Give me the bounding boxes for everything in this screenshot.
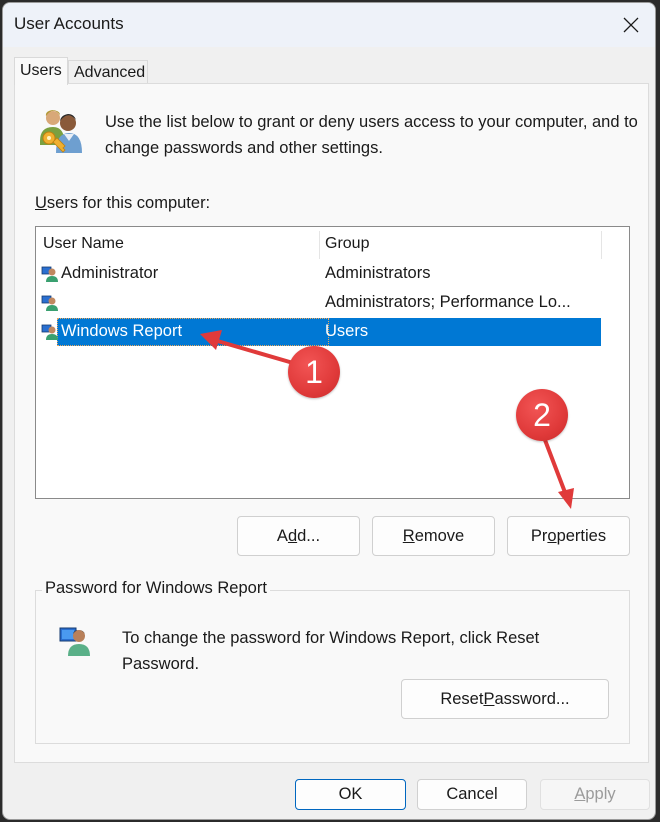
- accesskey: P: [483, 689, 495, 708]
- user-icon: [41, 324, 58, 340]
- password-group-legend: Password for Windows Report: [42, 579, 270, 598]
- label-part: perties: [556, 526, 607, 545]
- list-header: User Name Group: [36, 227, 602, 259]
- user-group: Users: [325, 322, 369, 340]
- label-part: Reset: [440, 689, 484, 708]
- accesskey: A: [574, 785, 586, 803]
- label-part: pply: [585, 785, 616, 803]
- properties-button[interactable]: Pr o perties: [507, 516, 630, 556]
- tab-users[interactable]: Users: [14, 57, 68, 85]
- label-part: A: [276, 526, 288, 545]
- users-key-icon: [40, 110, 82, 153]
- password-description: To change the password for Windows Repor…: [122, 629, 540, 673]
- apply-button[interactable]: Apply: [540, 779, 650, 810]
- window-title: User Accounts: [14, 14, 124, 33]
- add-button[interactable]: Ad d...: [237, 516, 360, 556]
- cancel-button[interactable]: Cancel: [417, 779, 527, 810]
- column-divider[interactable]: [601, 231, 602, 259]
- accesskey: d: [287, 526, 298, 545]
- close-button[interactable]: [617, 11, 645, 39]
- user-group: Administrators: [325, 264, 431, 282]
- user-icon: [41, 295, 58, 311]
- users-label-accesskey: U: [35, 194, 47, 212]
- user-computer-icon: [59, 627, 90, 656]
- users-label-text: sers for this computer:: [46, 194, 211, 212]
- label-part: emove: [414, 526, 465, 545]
- accesskey: o: [547, 526, 557, 545]
- user-group: Administrators; Performance Lo...: [325, 293, 571, 311]
- user-icon: [41, 266, 58, 282]
- label-part: d...: [297, 526, 321, 545]
- column-header-group[interactable]: Group: [325, 235, 369, 253]
- user-name: Windows Report: [61, 322, 183, 340]
- user-row-selected[interactable]: Windows Report Users: [36, 318, 601, 347]
- title-bar: User Accounts: [3, 3, 655, 47]
- annotation-badge-2: 2: [516, 389, 568, 441]
- password-groupbox: Password for Windows Report To change th…: [35, 579, 630, 744]
- column-divider[interactable]: [319, 231, 320, 259]
- annotation-badge-1: 1: [288, 346, 340, 398]
- user-name: Administrator: [61, 264, 159, 282]
- remove-button[interactable]: Remove: [372, 516, 495, 556]
- users-list-label: Users for this computer:: [35, 194, 210, 213]
- close-icon: [623, 17, 639, 33]
- reset-password-button[interactable]: Reset Password...: [401, 679, 609, 719]
- label-part: assword...: [494, 689, 570, 708]
- tab-advanced[interactable]: Advanced: [68, 60, 148, 84]
- user-row[interactable]: Administrator Administrators: [36, 260, 601, 289]
- intro-description: Use the list below to grant or deny user…: [105, 113, 638, 157]
- ok-button[interactable]: OK: [295, 779, 406, 810]
- accesskey: R: [402, 526, 415, 545]
- column-header-user-name[interactable]: User Name: [43, 235, 124, 253]
- user-row[interactable]: Administrators; Performance Lo...: [36, 289, 601, 318]
- label-part: Pr: [530, 526, 548, 545]
